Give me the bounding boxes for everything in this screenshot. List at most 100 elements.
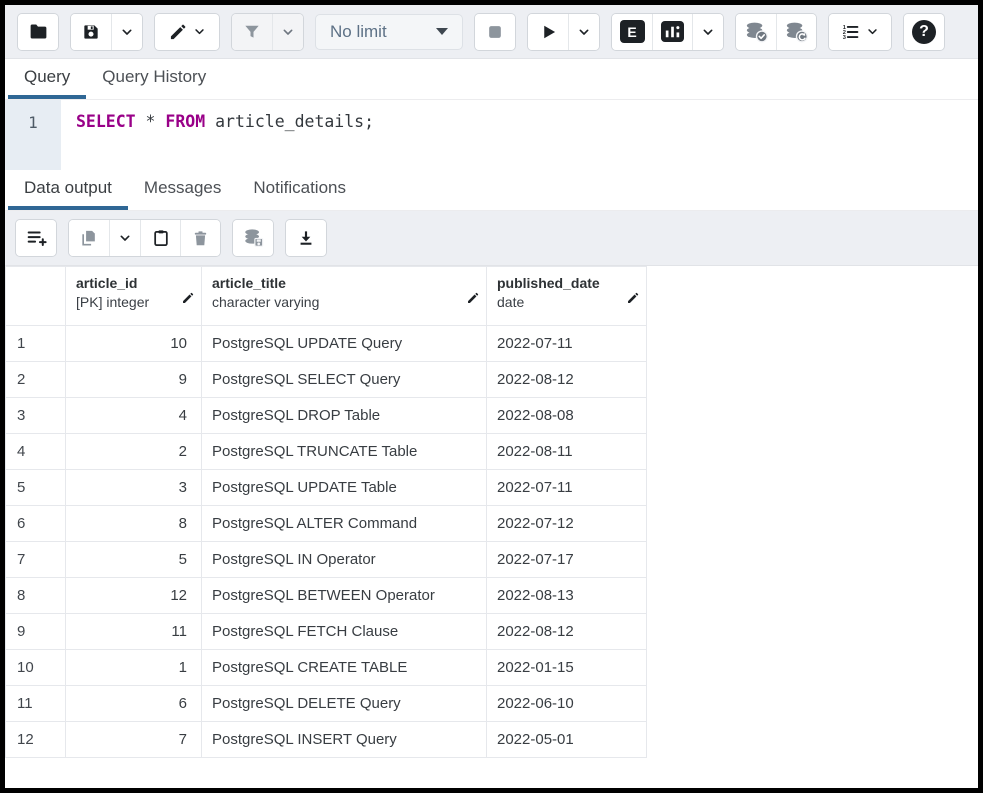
cell-published-date[interactable]: 2022-07-11: [486, 325, 647, 362]
column-header-published-date[interactable]: published_date date: [486, 266, 647, 326]
row-number-cell[interactable]: 5: [5, 469, 66, 506]
cell-article-title[interactable]: PostgreSQL UPDATE Query: [201, 325, 487, 362]
stop-button[interactable]: [475, 13, 515, 50]
sql-code-area[interactable]: SELECT * FROM article_details;: [61, 100, 978, 170]
cell-article-id[interactable]: 4: [65, 397, 202, 434]
tab-query-history[interactable]: Query History: [86, 59, 222, 99]
tab-notifications[interactable]: Notifications: [237, 170, 362, 210]
cell-published-date[interactable]: 2022-08-08: [486, 397, 647, 434]
sql-editor: 1 SELECT * FROM article_details;: [5, 100, 978, 170]
cell-article-id[interactable]: 1: [65, 649, 202, 686]
cell-article-id[interactable]: 12: [65, 577, 202, 614]
delete-row-button[interactable]: [180, 220, 220, 256]
commit-button[interactable]: [736, 13, 776, 50]
save-file-button[interactable]: [71, 13, 111, 50]
cell-article-id[interactable]: 3: [65, 469, 202, 506]
chevron-down-icon: [119, 24, 135, 40]
copy-options-dropdown[interactable]: [109, 220, 140, 256]
save-options-dropdown[interactable]: [111, 13, 142, 50]
cell-published-date[interactable]: 2022-06-10: [486, 685, 647, 722]
cell-published-date[interactable]: 2022-08-11: [486, 433, 647, 470]
cell-published-date[interactable]: 2022-07-17: [486, 541, 647, 578]
row-number-header[interactable]: [5, 266, 66, 326]
cell-article-title[interactable]: PostgreSQL CREATE TABLE: [201, 649, 487, 686]
execute-button[interactable]: [528, 13, 568, 50]
row-number-cell[interactable]: 4: [5, 433, 66, 470]
row-limit-select[interactable]: No limit: [315, 13, 463, 50]
cell-published-date[interactable]: 2022-08-12: [486, 361, 647, 398]
results-toolbar: [5, 211, 978, 266]
cell-article-title[interactable]: PostgreSQL DROP Table: [201, 397, 487, 434]
edit-column-icon[interactable]: [466, 291, 480, 305]
paste-button[interactable]: [140, 220, 180, 256]
cell-published-date[interactable]: 2022-07-12: [486, 505, 647, 542]
cell-published-date[interactable]: 2022-01-15: [486, 649, 647, 686]
edit-group: [154, 12, 220, 51]
cell-article-id[interactable]: 6: [65, 685, 202, 722]
row-number-cell[interactable]: 9: [5, 613, 66, 650]
edit-dropdown-button[interactable]: [155, 13, 219, 50]
cell-published-date[interactable]: 2022-08-13: [486, 577, 647, 614]
sql-keyword: SELECT: [76, 112, 136, 131]
filter-group: [231, 12, 304, 51]
cell-article-title[interactable]: PostgreSQL DELETE Query: [201, 685, 487, 722]
add-row-icon: [25, 227, 47, 249]
open-file-button[interactable]: [18, 13, 58, 50]
filter-button[interactable]: [232, 13, 272, 50]
cell-article-id[interactable]: 10: [65, 325, 202, 362]
row-number-cell[interactable]: 6: [5, 505, 66, 542]
tab-data-output[interactable]: Data output: [8, 170, 128, 210]
row-number-cell[interactable]: 10: [5, 649, 66, 686]
filter-icon: [242, 22, 262, 42]
cell-published-date[interactable]: 2022-08-12: [486, 613, 647, 650]
help-button[interactable]: ?: [904, 13, 944, 50]
cell-article-id[interactable]: 5: [65, 541, 202, 578]
explain-button[interactable]: E: [612, 13, 652, 50]
row-number-cell[interactable]: 3: [5, 397, 66, 434]
tab-notifications-label: Notifications: [253, 178, 346, 197]
cell-article-id[interactable]: 7: [65, 721, 202, 758]
stop-group: [474, 12, 516, 51]
cell-published-date[interactable]: 2022-07-11: [486, 469, 647, 506]
explain-analyze-button[interactable]: [652, 13, 692, 50]
download-csv-button[interactable]: [286, 220, 326, 256]
cell-article-title[interactable]: PostgreSQL ALTER Command: [201, 505, 487, 542]
tab-data-output-label: Data output: [24, 178, 112, 197]
column-header-article-title[interactable]: article_title character varying: [201, 266, 487, 326]
row-number-cell[interactable]: 8: [5, 577, 66, 614]
explain-icon: E: [619, 20, 645, 43]
cell-article-id[interactable]: 11: [65, 613, 202, 650]
execute-options-dropdown[interactable]: [568, 13, 599, 50]
cell-article-title[interactable]: PostgreSQL UPDATE Table: [201, 469, 487, 506]
cell-article-id[interactable]: 2: [65, 433, 202, 470]
explain-options-dropdown[interactable]: [692, 13, 723, 50]
tab-query[interactable]: Query: [8, 59, 87, 99]
cell-article-id[interactable]: 9: [65, 361, 202, 398]
rollback-button[interactable]: [776, 13, 816, 50]
add-row-button[interactable]: [16, 220, 56, 256]
filter-options-dropdown[interactable]: [272, 13, 303, 50]
row-number-cell[interactable]: 11: [5, 685, 66, 722]
edit-column-icon[interactable]: [181, 291, 195, 305]
cell-article-title[interactable]: PostgreSQL SELECT Query: [201, 361, 487, 398]
cell-article-id[interactable]: 8: [65, 505, 202, 542]
save-data-changes-button[interactable]: [233, 220, 273, 256]
cell-article-title[interactable]: PostgreSQL INSERT Query: [201, 721, 487, 758]
cell-article-title[interactable]: PostgreSQL IN Operator: [201, 541, 487, 578]
cell-article-title[interactable]: PostgreSQL TRUNCATE Table: [201, 433, 487, 470]
copy-button[interactable]: [69, 220, 109, 256]
cell-article-title[interactable]: PostgreSQL BETWEEN Operator: [201, 577, 487, 614]
cell-published-date[interactable]: 2022-05-01: [486, 721, 647, 758]
column-header-article-id[interactable]: article_id [PK] integer: [65, 266, 202, 326]
tab-messages[interactable]: Messages: [128, 170, 237, 210]
row-number-cell[interactable]: 1: [5, 325, 66, 362]
edit-column-icon[interactable]: [626, 291, 640, 305]
download-group: [285, 219, 327, 257]
table-row: 1 10 PostgreSQL UPDATE Query 2022-07-11: [5, 325, 647, 362]
table-row: 9 11 PostgreSQL FETCH Clause 2022-08-12: [5, 613, 647, 650]
row-number-cell[interactable]: 7: [5, 541, 66, 578]
row-number-cell[interactable]: 2: [5, 361, 66, 398]
row-number-cell[interactable]: 12: [5, 721, 66, 758]
cell-article-title[interactable]: PostgreSQL FETCH Clause: [201, 613, 487, 650]
macros-button[interactable]: 123: [829, 13, 891, 50]
